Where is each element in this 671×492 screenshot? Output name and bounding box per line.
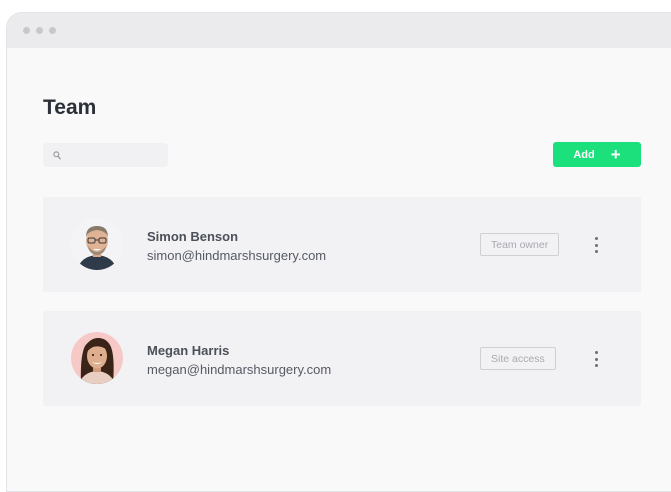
member-name: Simon Benson (147, 229, 239, 244)
search-box[interactable] (43, 143, 168, 167)
window-dot-icon (23, 27, 30, 34)
member-email: simon@hindmarshsurgery.com (147, 248, 327, 263)
window-dot-icon (49, 27, 56, 34)
page-title: Team (43, 96, 97, 119)
add-member-button[interactable]: Add + (553, 142, 641, 167)
avatar (71, 332, 123, 384)
plus-icon: + (610, 145, 621, 164)
search-icon (53, 150, 61, 159)
role-badge[interactable]: Team owner (480, 233, 560, 256)
window-dot-icon (36, 27, 43, 34)
team-member-row: Megan Harris megan@hindmarshsurgery.com … (43, 311, 641, 406)
role-badge[interactable]: Site access (480, 347, 556, 370)
woman-avatar-icon (71, 332, 123, 384)
window-titlebar (7, 13, 671, 48)
more-options-icon[interactable] (591, 234, 601, 256)
avatar (71, 218, 123, 270)
member-email: megan@hindmarshsurgery.com (147, 362, 332, 377)
team-member-row: Simon Benson simon@hindmarshsurgery.com … (43, 197, 641, 292)
search-input[interactable] (65, 149, 155, 161)
more-options-icon[interactable] (591, 348, 601, 370)
member-name: Megan Harris (147, 343, 230, 358)
app-window: Team Add + Simon Benson simon@hindmarshs… (6, 12, 671, 492)
man-with-glasses-avatar-icon (71, 218, 123, 270)
add-button-label: Add (573, 148, 595, 161)
